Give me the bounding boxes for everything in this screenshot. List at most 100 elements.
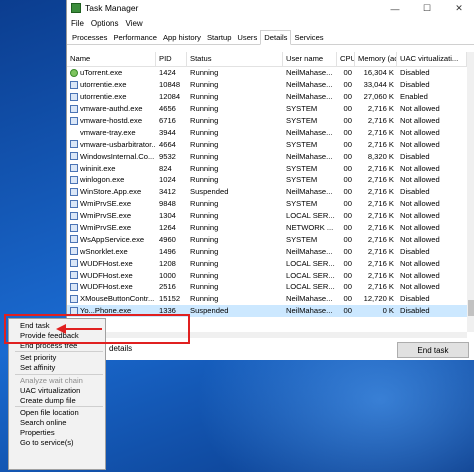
table-body: uTorrent.exe 1424 Running NeilMahase... 00 16… (67, 67, 467, 317)
cell-user: SYSTEM (286, 234, 318, 244)
table-row[interactable]: WUDFHost.exe 1208 Running LOCAL SER... 00 2,7… (67, 257, 467, 269)
menu-item-properties[interactable]: Properties (9, 428, 105, 438)
cell-cpu: 00 (343, 306, 352, 316)
table-row[interactable]: XMouseButtonContr... 15152 Running NeilMaha… (67, 293, 467, 305)
table-row[interactable]: WindowsInternal.Co... 9532 Running NeilMaha… (67, 150, 467, 162)
cell-uac: Disabled (400, 246, 430, 256)
cell-cpu: 00 (343, 211, 352, 221)
cell-mem: 27,060 K (363, 92, 394, 102)
menu-item-create-dump-file[interactable]: Create dump file (9, 396, 105, 406)
cell-cpu: 00 (343, 282, 352, 292)
table-row[interactable]: WUDFHost.exe 2516 Running LOCAL SER... 00 2,7… (67, 281, 467, 293)
process-icon (70, 294, 78, 303)
menu-item-uac-virtualization[interactable]: UAC virtualization (9, 386, 105, 396)
cell-mem: 2,716 K (367, 139, 394, 149)
column-header-pid[interactable]: PID (156, 52, 187, 66)
cell-cpu: 00 (343, 68, 352, 78)
menu-item-search-online[interactable]: Search online (9, 418, 105, 428)
menu-file[interactable]: File (71, 19, 84, 28)
minimize-button[interactable]: — (379, 0, 411, 17)
menu-item-go-to-service-s[interactable]: Go to service(s) (9, 438, 105, 448)
close-button[interactable]: ✕ (443, 0, 474, 17)
tab-details[interactable]: Details (260, 30, 292, 45)
cell-cpu: 00 (343, 139, 352, 149)
table-row[interactable]: wSnorklet.exe 1496 Running NeilMahase... 00 2… (67, 245, 467, 257)
table-row[interactable]: vmware-usbarbitrator... 4664 Running SYSTEM… (67, 138, 467, 150)
end-task-button[interactable]: End task (397, 342, 469, 358)
fewer-details-link[interactable]: details (109, 344, 132, 353)
column-header-uac[interactable]: UAC virtualizati... (397, 52, 467, 66)
menu-item-open-file-location[interactable]: Open file location (9, 408, 105, 418)
cell-name: wSnorklet.exe (67, 247, 156, 256)
cell-uac: Not allowed (400, 234, 440, 244)
table-row[interactable]: WmiPrvSE.exe 9848 Running SYSTEM 00 2,716 K No… (67, 198, 467, 210)
cell-user: LOCAL SER... (286, 282, 335, 292)
table-row[interactable]: vmware-tray.exe 3944 Running NeilMahase... 0… (67, 126, 467, 138)
table-row[interactable]: winlogon.exe 1024 Running SYSTEM 00 2,716 K No… (67, 174, 467, 186)
tab-users[interactable]: Users (234, 31, 260, 44)
task-manager-icon (71, 3, 81, 13)
column-header-cpu[interactable]: CPU (337, 52, 355, 66)
cell-cpu: 00 (343, 127, 352, 137)
cell-status: Running (190, 199, 219, 209)
process-name: WmiPrvSE.exe (80, 211, 132, 221)
cell-pid: 3944 (159, 127, 176, 137)
table-header: Name PID Status User name CPU Memory (ac… (67, 52, 467, 67)
cell-pid: 10848 (159, 80, 181, 90)
tab-app-history[interactable]: App history (160, 31, 204, 44)
cell-pid: 824 (159, 163, 172, 173)
table-row[interactable]: WUDFHost.exe 1000 Running LOCAL SER... 00 2,7… (67, 269, 467, 281)
cell-status: Suspended (190, 306, 229, 316)
table-row[interactable]: utorrentie.exe 12084 Running NeilMahase... 0… (67, 91, 467, 103)
cell-pid: 1424 (159, 68, 176, 78)
menu-view[interactable]: View (125, 19, 142, 28)
table-row[interactable]: uTorrent.exe 1424 Running NeilMahase... 00 16… (67, 67, 467, 79)
cell-user: NeilMahase... (286, 306, 333, 316)
tab-services[interactable]: Services (291, 31, 326, 44)
table-row[interactable]: WsAppService.exe 4960 Running SYSTEM 00 2,716… (67, 233, 467, 245)
menu-item-set-priority[interactable]: Set priority (9, 353, 105, 363)
cell-name: WUDFHost.exe (67, 259, 156, 268)
column-header-status[interactable]: Status (187, 52, 283, 66)
vertical-scrollbar[interactable] (467, 52, 474, 332)
cell-mem: 2,716 K (367, 211, 394, 221)
process-name: WsAppService.exe (80, 234, 145, 244)
table-row[interactable]: vmware-hostd.exe 6716 Running SYSTEM 00 2,716… (67, 115, 467, 127)
table-row[interactable]: vmware-authd.exe 4656 Running SYSTEM 00 2,716… (67, 103, 467, 115)
cell-status: Running (190, 163, 219, 173)
cell-name: vmware-hostd.exe (67, 116, 156, 125)
tab-startup[interactable]: Startup (204, 31, 234, 44)
process-icon (70, 175, 78, 184)
table-row[interactable]: wininit.exe 824 Running SYSTEM 00 2,716 K Not … (67, 162, 467, 174)
process-icon (70, 187, 78, 196)
tab-processes[interactable]: Processes (69, 31, 110, 44)
maximize-button[interactable]: ☐ (411, 0, 443, 17)
column-header-memory[interactable]: Memory (ac... (355, 52, 397, 66)
cell-mem: 2,716 K (367, 234, 394, 244)
cell-uac: Not allowed (400, 127, 440, 137)
cell-status: Running (190, 139, 219, 149)
menu-item-set-affinity[interactable]: Set affinity (9, 363, 105, 373)
cell-mem: 2,716 K (367, 258, 394, 268)
menu-options[interactable]: Options (91, 19, 119, 28)
cell-name: WUDFHost.exe (67, 271, 156, 280)
cell-uac: Not allowed (400, 223, 440, 233)
table-row[interactable]: utorrentie.exe 10848 Running NeilMahase... 0… (67, 79, 467, 91)
process-name: WUDFHost.exe (80, 258, 133, 268)
cell-user: NeilMahase... (286, 187, 333, 197)
process-icon (70, 92, 78, 101)
column-header-name[interactable]: Name (67, 52, 156, 66)
process-name: XMouseButtonContr... (80, 294, 155, 304)
column-header-user[interactable]: User name (283, 52, 337, 66)
scrollbar-thumb[interactable] (468, 300, 474, 316)
table-row[interactable]: WmiPrvSE.exe 1264 Running NETWORK ... 00 2,71… (67, 222, 467, 234)
cell-mem: 2,716 K (367, 270, 394, 280)
cell-uac: Not allowed (400, 199, 440, 209)
tab-performance[interactable]: Performance (110, 31, 159, 44)
table-row[interactable]: WmiPrvSE.exe 1304 Running LOCAL SER... 00 2,7… (67, 210, 467, 222)
process-icon (70, 128, 78, 136)
table-row[interactable]: WinStore.App.exe 3412 Suspended NeilMahase.… (67, 186, 467, 198)
process-icon (70, 80, 78, 89)
cell-cpu: 00 (343, 223, 352, 233)
cell-name: WinStore.App.exe (67, 187, 156, 196)
